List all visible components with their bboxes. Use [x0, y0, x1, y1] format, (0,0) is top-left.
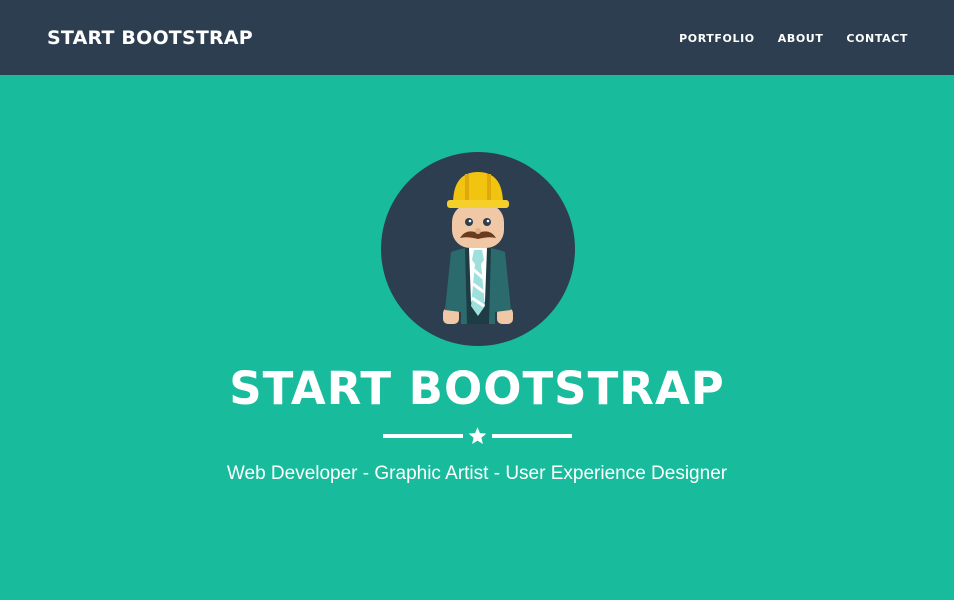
star-icon — [468, 427, 487, 444]
nav-menu: PORTFOLIO ABOUT CONTACT — [679, 29, 908, 47]
nav-item-portfolio: PORTFOLIO — [679, 29, 755, 47]
nav-link-contact[interactable]: CONTACT — [846, 32, 908, 45]
divider-line-right — [492, 434, 572, 438]
nav-link-about[interactable]: ABOUT — [778, 32, 824, 45]
developer-avatar-icon — [381, 152, 575, 346]
navbar: START BOOTSTRAP PORTFOLIO ABOUT CONTACT — [0, 0, 954, 75]
divider-line-left — [383, 434, 463, 438]
brand-link[interactable]: START BOOTSTRAP — [47, 24, 253, 52]
hero-title: START BOOTSTRAP — [229, 362, 725, 415]
hero-section: START BOOTSTRAP Web Developer - Graphic … — [0, 75, 954, 600]
nav-link-portfolio[interactable]: PORTFOLIO — [679, 32, 755, 45]
star-divider — [383, 426, 572, 446]
nav-item-about: ABOUT — [778, 29, 824, 47]
hero-subtitle: Web Developer - Graphic Artist - User Ex… — [226, 463, 728, 484]
nav-item-contact: CONTACT — [846, 29, 908, 47]
